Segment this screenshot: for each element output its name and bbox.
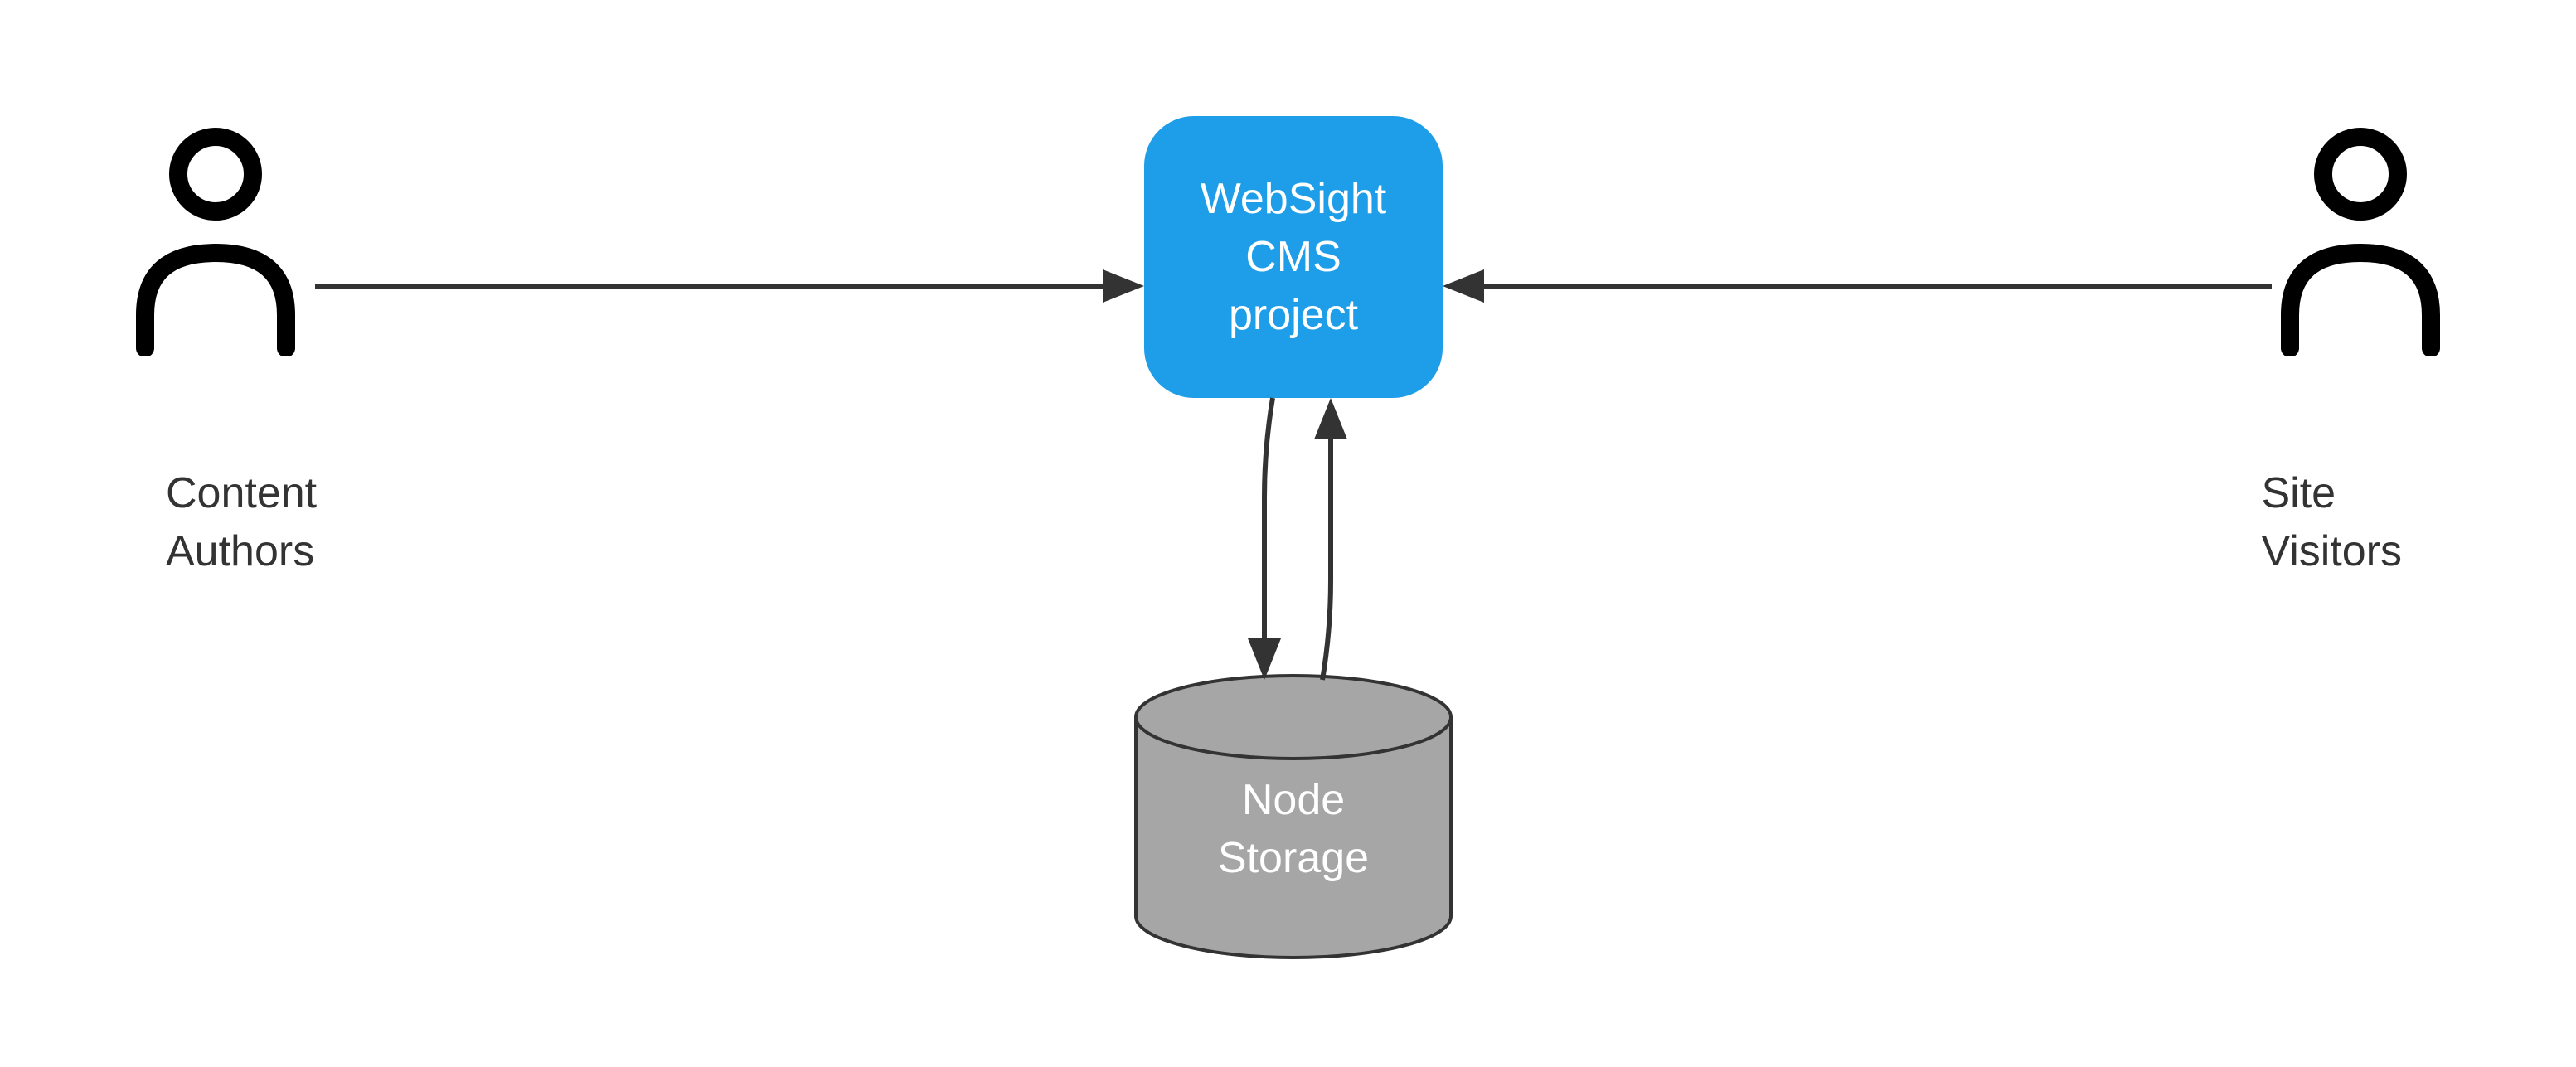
node-storage-label: NodeStorage: [1128, 771, 1459, 887]
websight-cms-box: WebSightCMSproject: [1144, 116, 1443, 398]
content-author-icon: [124, 124, 307, 356]
arrow-cms-to-storage: [1239, 398, 1289, 680]
site-visitor-icon: [2269, 124, 2452, 356]
arrow-storage-to-cms: [1306, 398, 1356, 680]
arrow-authors-to-cms: [315, 261, 1144, 311]
content-author-label: ContentAuthors: [166, 464, 317, 580]
architecture-diagram: ContentAuthors SiteVisitors WebSightCMSp…: [0, 0, 2576, 1067]
arrow-visitors-to-cms: [1443, 261, 2272, 311]
site-visitor-label: SiteVisitors: [2261, 464, 2402, 580]
